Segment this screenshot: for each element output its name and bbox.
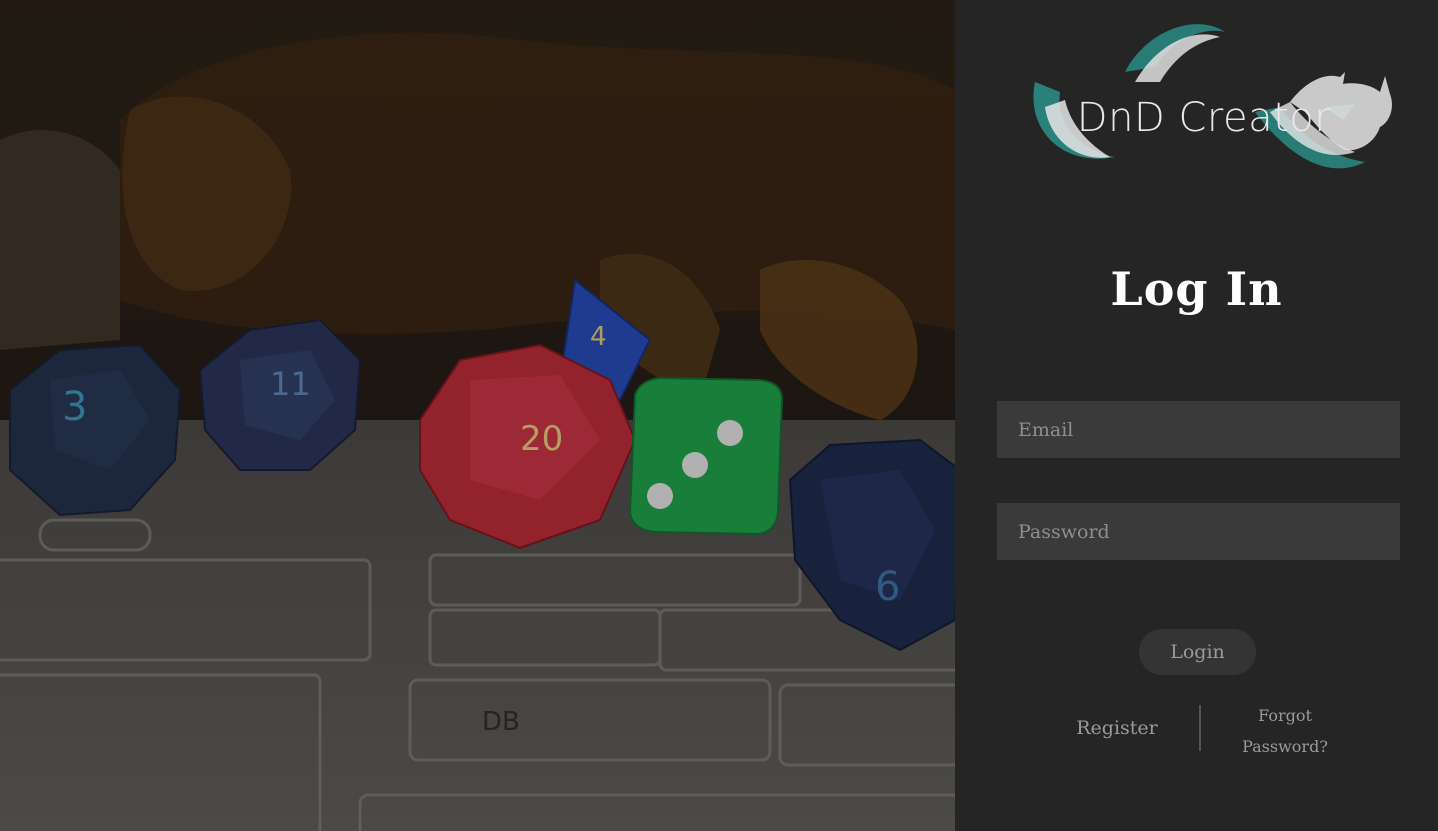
link-divider: [1199, 705, 1201, 751]
login-panel: DnD Creator Log In Login Register Forgot…: [955, 0, 1438, 831]
register-link[interactable]: Register: [1067, 717, 1167, 739]
login-button[interactable]: Login: [1139, 629, 1256, 675]
email-field[interactable]: [997, 401, 1400, 458]
password-field[interactable]: [997, 503, 1400, 560]
hero-image: DB 3 11 4 20 6: [0, 0, 955, 831]
dice-scene: DB 3 11 4 20 6: [0, 0, 955, 831]
login-page: DB 3 11 4 20 6 DnD Creator Log In Email …: [0, 0, 1438, 831]
page-title: Log In: [1110, 262, 1283, 316]
brand-name: DnD Creator: [1076, 95, 1332, 141]
forgot-password-link[interactable]: Forgot Password?: [1225, 700, 1345, 762]
brand-logo: DnD Creator: [1025, 12, 1395, 182]
